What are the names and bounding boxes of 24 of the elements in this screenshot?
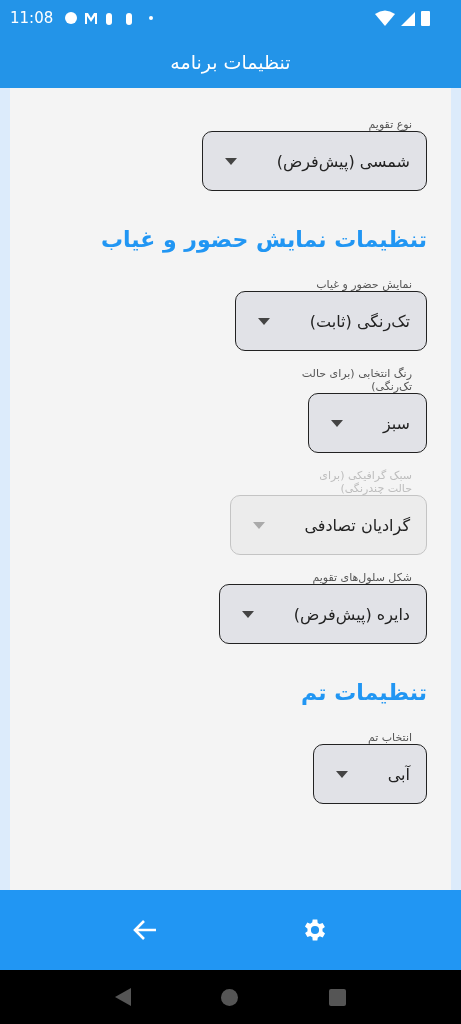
dropdown-field[interactable]: آبی: [312, 744, 427, 804]
field-label: نوع تقویم: [367, 118, 413, 131]
home-nav-icon[interactable]: [221, 988, 239, 1006]
field-label: نمایش حضور و غیاب: [315, 278, 413, 291]
app-bar-title: تنظیمات برنامه: [170, 51, 291, 73]
back-nav-icon[interactable]: [115, 988, 132, 1006]
recents-nav-icon[interactable]: [328, 988, 346, 1006]
dropdown-field[interactable]: دایره (پیش‌فرض): [218, 584, 427, 644]
field-label: شکل سلول‌های تقویم: [311, 571, 413, 584]
dropdown-field[interactable]: شمسی (پیش‌فرض): [201, 131, 427, 191]
dropdown-field[interactable]: تک‌رنگی (ثابت): [234, 291, 427, 351]
caret-icon: [335, 770, 348, 778]
dropdown-field[interactable]: سبز: [307, 393, 427, 453]
caret-icon: [330, 419, 343, 427]
field-label: رنگ انتخابی (برای حالت تک‌رنگی): [300, 367, 413, 393]
caret-icon: [257, 317, 270, 325]
caret-icon: [241, 610, 254, 618]
section-heading: تنظیمات نمایش حضور و غیاب: [100, 227, 427, 252]
caret-icon: [252, 521, 265, 529]
arrow-left-icon: [131, 918, 158, 942]
caret-icon: [224, 157, 237, 165]
field-label: انتخاب تم: [366, 731, 413, 744]
status-time: 11:08: [10, 9, 54, 27]
section-heading: تنظیمات تم: [301, 680, 427, 705]
